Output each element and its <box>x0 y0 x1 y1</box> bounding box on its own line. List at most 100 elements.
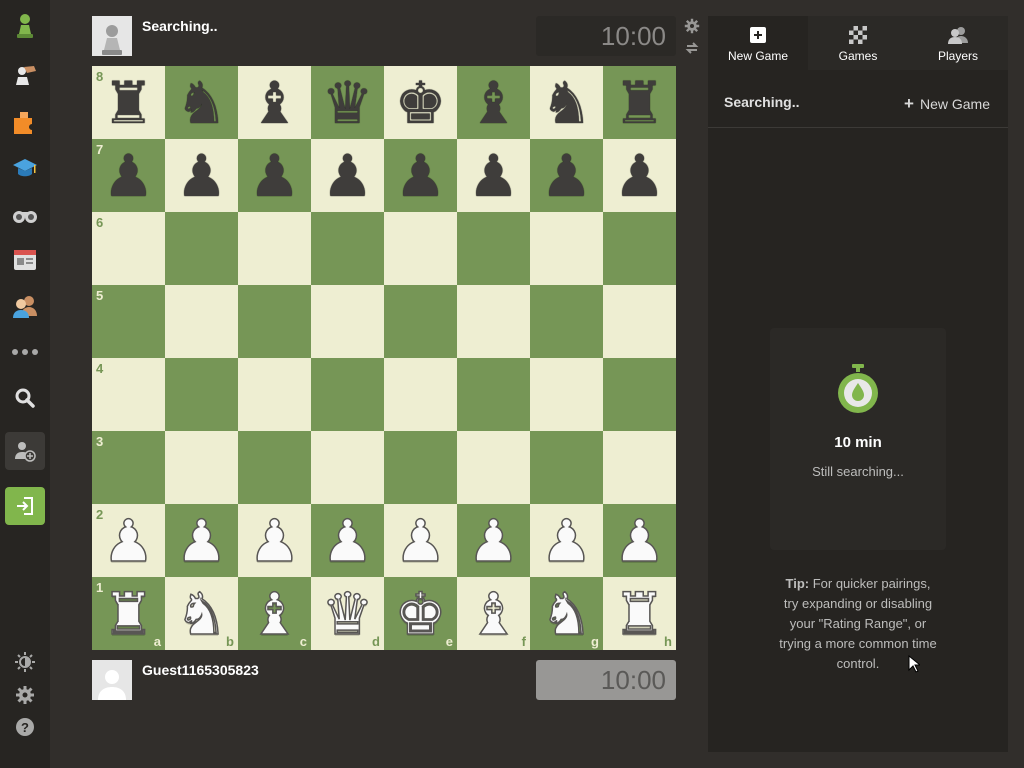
sidebar-item-learn[interactable] <box>5 150 45 186</box>
board-square-a8[interactable]: 8 ♜ <box>92 66 165 139</box>
board-square-h1[interactable]: h ♜ <box>603 577 676 650</box>
sidebar-item-login[interactable] <box>5 487 45 525</box>
white-king-piece[interactable]: ♚ <box>394 584 448 644</box>
white-pawn-piece[interactable]: ♟ <box>467 511 521 571</box>
black-pawn-piece[interactable]: ♟ <box>176 147 228 205</box>
tab-players[interactable]: Players <box>908 16 1008 70</box>
board-square-h3[interactable] <box>603 431 676 504</box>
board-square-e2[interactable]: ♟ <box>384 504 457 577</box>
board-square-e7[interactable]: ♟ <box>384 139 457 212</box>
board-square-e1[interactable]: e ♚ <box>384 577 457 650</box>
black-pawn-piece[interactable]: ♟ <box>468 147 520 205</box>
board-square-e4[interactable] <box>384 358 457 431</box>
board-square-e3[interactable] <box>384 431 457 504</box>
board-square-c1[interactable]: c ♝ <box>238 577 311 650</box>
white-queen-piece[interactable]: ♛ <box>321 584 375 644</box>
board-square-a1[interactable]: 1 a ♜ <box>92 577 165 650</box>
black-pawn-piece[interactable]: ♟ <box>541 147 593 205</box>
board-square-c3[interactable] <box>238 431 311 504</box>
board-square-g8[interactable]: ♞ <box>530 66 603 139</box>
board-square-f2[interactable]: ♟ <box>457 504 530 577</box>
board-square-b2[interactable]: ♟ <box>165 504 238 577</box>
black-pawn-piece[interactable]: ♟ <box>395 147 447 205</box>
board-square-f6[interactable] <box>457 212 530 285</box>
board-square-b8[interactable]: ♞ <box>165 66 238 139</box>
black-bishop-piece[interactable]: ♝ <box>249 74 301 132</box>
board-settings-icon[interactable] <box>682 16 702 36</box>
board-square-b7[interactable]: ♟ <box>165 139 238 212</box>
board-square-d6[interactable] <box>311 212 384 285</box>
sidebar-item-puzzle[interactable] <box>5 104 45 140</box>
board-square-h6[interactable] <box>603 212 676 285</box>
board-square-e8[interactable]: ♚ <box>384 66 457 139</box>
board-square-f4[interactable] <box>457 358 530 431</box>
board-square-a4[interactable]: 4 <box>92 358 165 431</box>
board-square-f8[interactable]: ♝ <box>457 66 530 139</box>
board-square-h8[interactable]: ♜ <box>603 66 676 139</box>
board-square-g4[interactable] <box>530 358 603 431</box>
board-square-c2[interactable]: ♟ <box>238 504 311 577</box>
board-square-d7[interactable]: ♟ <box>311 139 384 212</box>
board-square-d3[interactable] <box>311 431 384 504</box>
board-square-e5[interactable] <box>384 285 457 358</box>
white-bishop-piece[interactable]: ♝ <box>467 584 521 644</box>
board-square-f5[interactable] <box>457 285 530 358</box>
white-knight-piece[interactable]: ♞ <box>540 584 594 644</box>
sidebar-item-search[interactable] <box>5 380 45 416</box>
board-square-h4[interactable] <box>603 358 676 431</box>
board-square-b5[interactable] <box>165 285 238 358</box>
black-rook-piece[interactable]: ♜ <box>614 74 666 132</box>
chess-board[interactable]: 8 ♜ ♞ ♝ ♛ ♚ ♝ ♞ ♜ 7 ♟ ♟ ♟ ♟ ♟ ♟ ♟ ♟ 6 5 4 3 2 ♟ ♟ ♟ ♟ ♟ ♟ ♟ ♟ 1 a ♜ b ♞ c ♝ d ♛… <box>92 66 676 650</box>
board-square-h7[interactable]: ♟ <box>603 139 676 212</box>
board-square-b4[interactable] <box>165 358 238 431</box>
board-square-d4[interactable] <box>311 358 384 431</box>
board-square-g6[interactable] <box>530 212 603 285</box>
board-square-d1[interactable]: d ♛ <box>311 577 384 650</box>
board-square-d5[interactable] <box>311 285 384 358</box>
new-game-button[interactable]: + New Game <box>904 94 990 114</box>
board-square-g7[interactable]: ♟ <box>530 139 603 212</box>
board-square-f7[interactable]: ♟ <box>457 139 530 212</box>
tab-games[interactable]: Games <box>808 16 908 70</box>
white-rook-piece[interactable]: ♜ <box>102 584 156 644</box>
board-square-c7[interactable]: ♟ <box>238 139 311 212</box>
white-pawn-piece[interactable]: ♟ <box>540 511 594 571</box>
board-square-d2[interactable]: ♟ <box>311 504 384 577</box>
white-pawn-piece[interactable]: ♟ <box>248 511 302 571</box>
sidebar-item-play[interactable] <box>5 8 45 44</box>
board-square-a5[interactable]: 5 <box>92 285 165 358</box>
board-square-d8[interactable]: ♛ <box>311 66 384 139</box>
board-square-a2[interactable]: 2 ♟ <box>92 504 165 577</box>
black-bishop-piece[interactable]: ♝ <box>468 74 520 132</box>
board-square-g2[interactable]: ♟ <box>530 504 603 577</box>
white-pawn-piece[interactable]: ♟ <box>394 511 448 571</box>
sidebar-item-social[interactable] <box>5 288 45 324</box>
sidebar-item-theme[interactable] <box>5 644 45 680</box>
flip-board-icon[interactable] <box>682 38 702 58</box>
black-pawn-piece[interactable]: ♟ <box>103 147 155 205</box>
sidebar-item-sign-up[interactable] <box>5 432 45 470</box>
tab-new-game[interactable]: New Game <box>708 16 808 70</box>
black-rook-piece[interactable]: ♜ <box>103 74 155 132</box>
sidebar-item-more[interactable] <box>5 334 45 370</box>
board-square-g1[interactable]: g ♞ <box>530 577 603 650</box>
sidebar-item-watch[interactable] <box>5 196 45 232</box>
sidebar-item-news[interactable] <box>5 242 45 278</box>
board-square-f1[interactable]: f ♝ <box>457 577 530 650</box>
board-square-c5[interactable] <box>238 285 311 358</box>
black-pawn-piece[interactable]: ♟ <box>322 147 374 205</box>
board-square-b6[interactable] <box>165 212 238 285</box>
black-pawn-piece[interactable]: ♟ <box>249 147 301 205</box>
sidebar-item-puzzles[interactable] <box>5 58 45 94</box>
board-square-e6[interactable] <box>384 212 457 285</box>
board-square-g3[interactable] <box>530 431 603 504</box>
white-bishop-piece[interactable]: ♝ <box>248 584 302 644</box>
sidebar-item-settings[interactable] <box>5 677 45 713</box>
black-pawn-piece[interactable]: ♟ <box>614 147 666 205</box>
board-square-f3[interactable] <box>457 431 530 504</box>
board-square-a7[interactable]: 7 ♟ <box>92 139 165 212</box>
white-pawn-piece[interactable]: ♟ <box>613 511 667 571</box>
board-square-a6[interactable]: 6 <box>92 212 165 285</box>
board-square-h2[interactable]: ♟ <box>603 504 676 577</box>
white-pawn-piece[interactable]: ♟ <box>321 511 375 571</box>
